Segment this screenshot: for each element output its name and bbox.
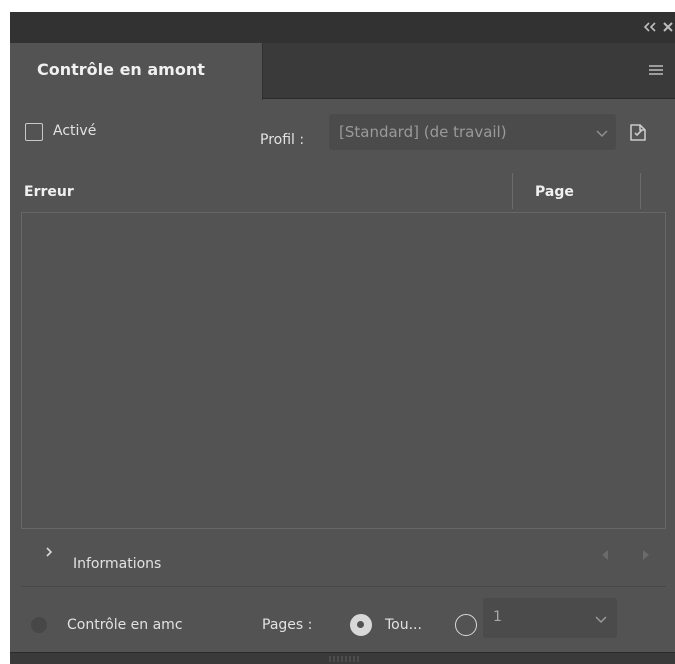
profiles-icon[interactable] xyxy=(626,120,650,144)
preflight-panel: Contrôle en amont Activé Profil : [Stand… xyxy=(10,12,675,664)
status-label: Contrôle en amc xyxy=(67,617,183,633)
panel-tab-bar: Contrôle en amont xyxy=(10,43,675,100)
next-icon[interactable] xyxy=(641,548,651,562)
error-column-header[interactable]: Erreur xyxy=(24,184,74,200)
menu-icon[interactable] xyxy=(647,63,665,77)
all-pages-label[interactable]: Tou... xyxy=(385,617,422,633)
resize-strip[interactable] xyxy=(10,652,675,664)
status-indicator xyxy=(31,617,47,633)
close-icon[interactable] xyxy=(661,20,675,34)
column-divider[interactable] xyxy=(640,173,641,209)
active-label: Activé xyxy=(53,123,97,139)
previous-icon[interactable] xyxy=(600,548,610,562)
page-range-radio[interactable] xyxy=(455,614,477,636)
chevron-down-icon xyxy=(595,616,607,624)
chevron-right-icon[interactable] xyxy=(44,546,54,558)
chevron-down-icon xyxy=(596,130,608,138)
page-range-value: 1 xyxy=(493,609,502,625)
details-label[interactable]: Informations xyxy=(73,556,161,572)
page-range-dropdown[interactable]: 1 xyxy=(483,598,617,638)
collapse-icon[interactable] xyxy=(642,20,658,34)
resize-grip-icon[interactable] xyxy=(328,655,362,663)
panel-title-bar xyxy=(10,12,675,43)
profile-label: Profil : xyxy=(260,132,305,148)
pages-label: Pages : xyxy=(262,617,313,633)
tab-preflight[interactable]: Contrôle en amont xyxy=(10,43,263,100)
tab-title: Contrôle en amont xyxy=(37,60,205,79)
all-pages-radio[interactable] xyxy=(350,614,372,636)
column-divider[interactable] xyxy=(512,173,513,209)
profile-dropdown[interactable]: [Standard] (de travail) xyxy=(329,114,616,150)
page-column-header[interactable]: Page xyxy=(535,184,574,200)
active-checkbox[interactable] xyxy=(25,123,43,141)
profile-value: [Standard] (de travail) xyxy=(339,123,507,141)
divider xyxy=(21,586,666,587)
errors-list[interactable] xyxy=(21,212,666,529)
